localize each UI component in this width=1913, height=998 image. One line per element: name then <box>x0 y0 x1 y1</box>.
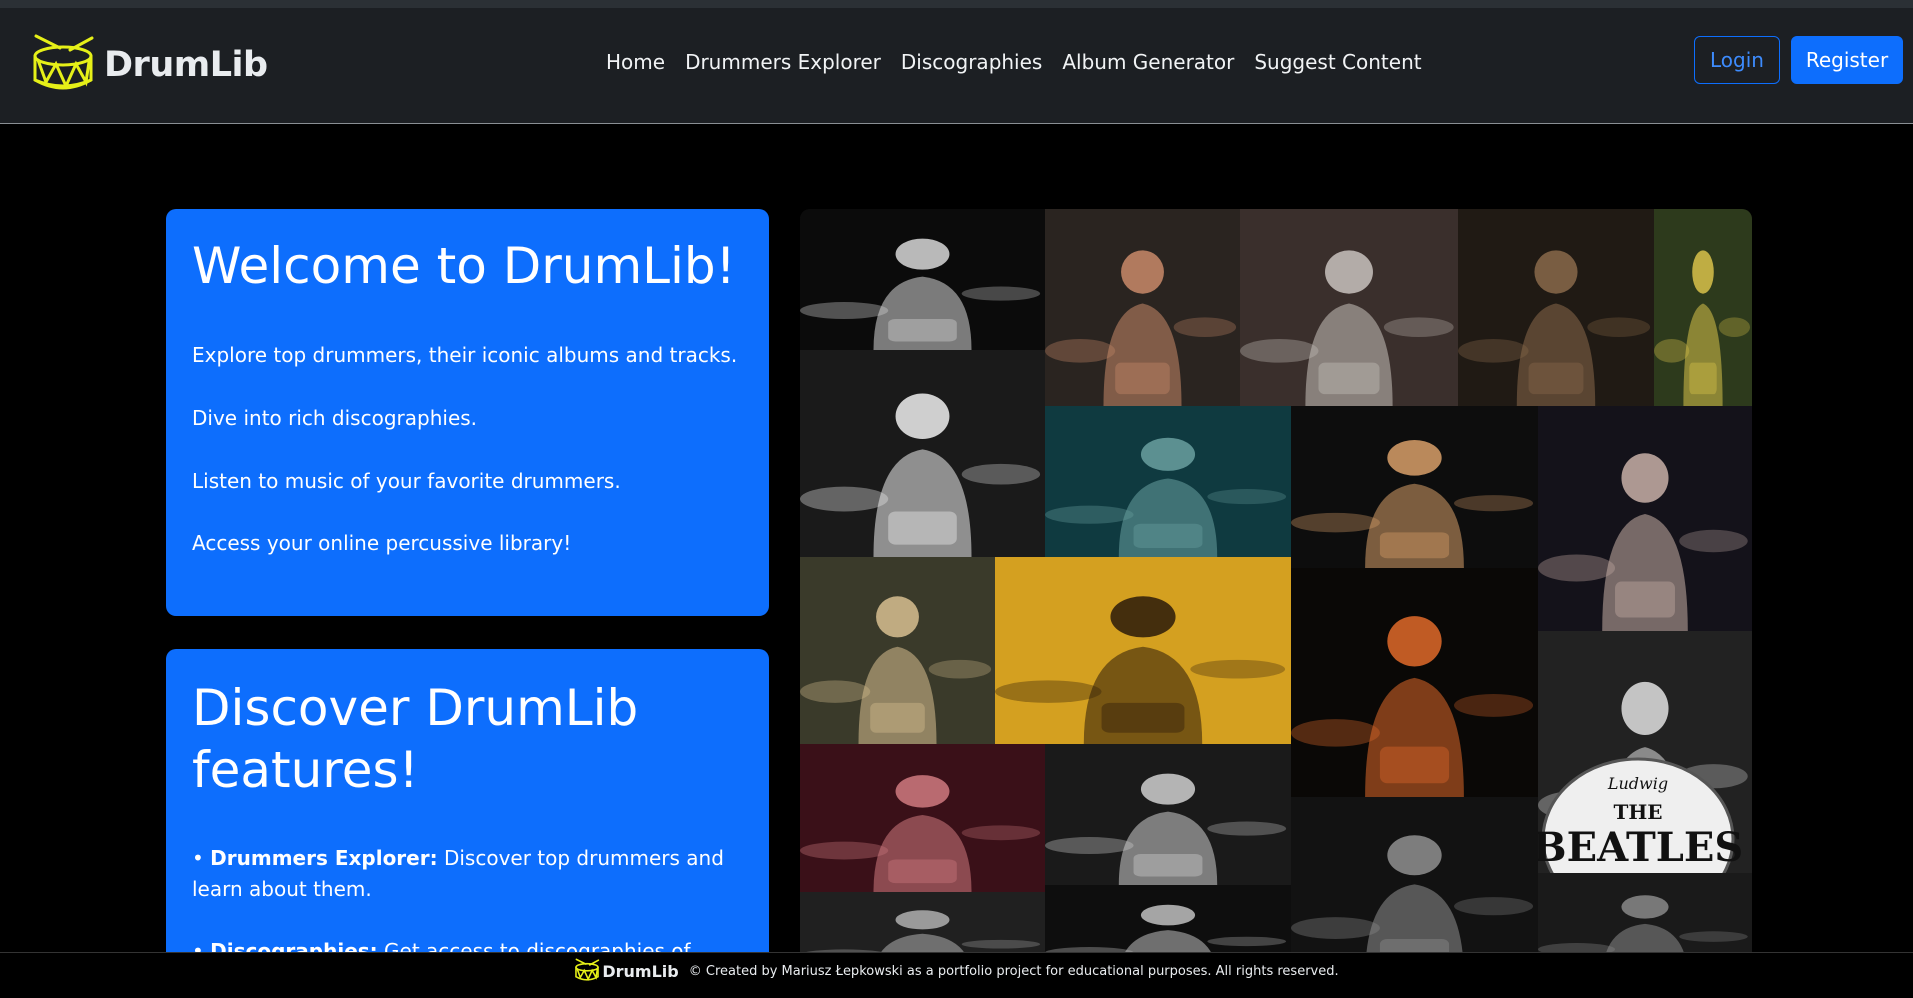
drummer-photo-12 <box>1291 568 1538 797</box>
drummer-photo-15 <box>1045 744 1291 885</box>
welcome-title: Welcome to DrumLib! <box>192 237 736 295</box>
drummer-photo-9 <box>1538 406 1752 631</box>
nav-link-drummers-explorer[interactable]: Drummers Explorer <box>675 50 891 74</box>
welcome-line-3: Listen to music of your favorite drummer… <box>192 469 621 493</box>
features-card: Discover DrumLib features! • Drummers Ex… <box>166 649 769 994</box>
footer: DrumLib © Created by Mariusz Łepkowski a… <box>0 952 1913 990</box>
brand[interactable]: DrumLib <box>30 30 268 100</box>
ludwig-logo-text: Ludwig <box>1607 774 1668 793</box>
drummer-photo-6 <box>800 350 1045 557</box>
feature-item: • Drummers Explorer: Discover top drumme… <box>192 846 724 901</box>
drummer-photo-5 <box>1654 209 1752 406</box>
drummer-photo-8 <box>1291 406 1538 568</box>
top-strip <box>0 0 1913 8</box>
drummer-photo-4 <box>1458 209 1654 406</box>
drummer-photo-11 <box>995 557 1291 744</box>
brand-name: DrumLib <box>104 45 268 85</box>
welcome-card: Welcome to DrumLib! Explore top drummers… <box>166 209 769 616</box>
drummer-photo-14 <box>800 744 1045 892</box>
beatles-logo-the: THE <box>1613 800 1662 824</box>
drum-icon <box>574 957 602 987</box>
welcome-line-4: Access your online percussive library! <box>192 531 572 555</box>
drummer-photo-10 <box>800 557 995 744</box>
footer-copyright: © Created by Mariusz Łepkowski as a port… <box>688 964 1339 979</box>
register-button[interactable]: Register <box>1791 36 1903 84</box>
nav-link-home[interactable]: Home <box>596 50 675 74</box>
drummer-photo-3 <box>1240 209 1458 406</box>
nav-link-discographies[interactable]: Discographies <box>891 50 1052 74</box>
footer-brand[interactable]: DrumLib <box>574 957 679 987</box>
navbar: DrumLib Home Drummers Explorer Discograp… <box>0 8 1913 124</box>
footer-brand-name: DrumLib <box>602 962 679 981</box>
drummers-collage: Ludwig THE BEATLES <box>800 209 1752 979</box>
features-title: Discover DrumLib features! <box>192 677 638 801</box>
nav-link-album-generator[interactable]: Album Generator <box>1052 50 1244 74</box>
drummer-photo-7 <box>1045 406 1291 557</box>
features-title-line-2: features! <box>192 741 419 799</box>
beatles-drum-logo: Ludwig THE BEATLES <box>1538 757 1743 873</box>
features-title-line-1: Discover DrumLib <box>192 679 639 737</box>
drummer-photo-2 <box>1045 209 1240 406</box>
welcome-line-2: Dive into rich discographies. <box>192 406 478 430</box>
nav-link-suggest-content[interactable]: Suggest Content <box>1244 50 1431 74</box>
welcome-line-1: Explore top drummers, their iconic album… <box>192 343 738 367</box>
login-button[interactable]: Login <box>1694 36 1780 84</box>
drummer-photo-1 <box>800 209 1045 350</box>
beatles-logo-text: BEATLES <box>1538 824 1743 871</box>
nav-links: Home Drummers Explorer Discographies Alb… <box>596 50 1432 74</box>
drum-icon <box>30 30 96 100</box>
feature-name: Drummers Explorer: <box>210 846 438 870</box>
